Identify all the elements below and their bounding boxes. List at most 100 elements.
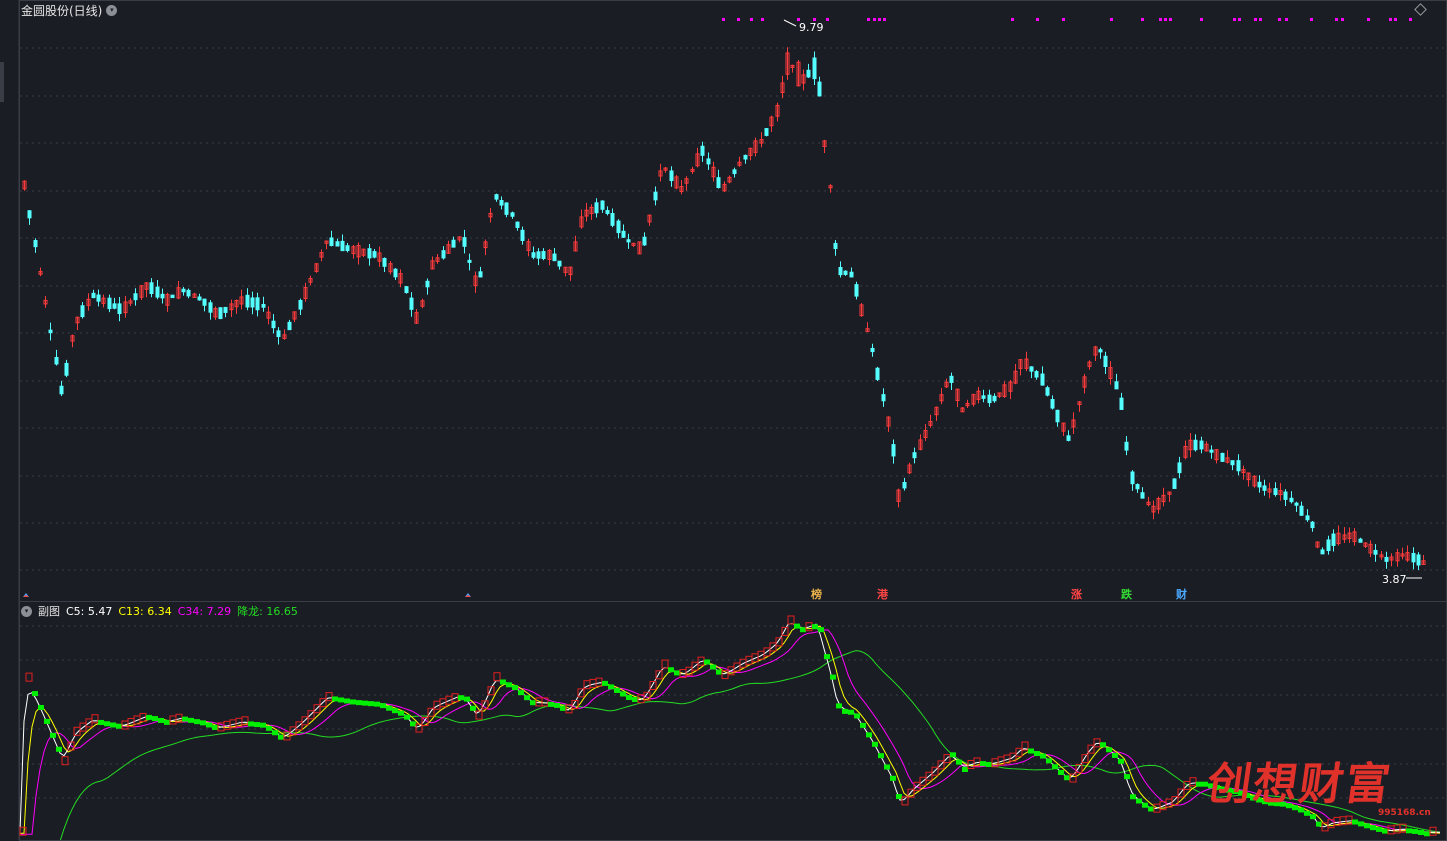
candle[interactable] xyxy=(59,385,64,395)
candle[interactable] xyxy=(27,210,32,219)
candle[interactable] xyxy=(117,303,122,315)
candle[interactable] xyxy=(382,257,387,267)
title-dropdown-icon[interactable]: ▾ xyxy=(106,5,118,16)
candle[interactable] xyxy=(133,293,138,301)
candle[interactable] xyxy=(902,482,907,489)
candle[interactable] xyxy=(409,297,414,310)
candle[interactable] xyxy=(112,303,117,309)
candle[interactable] xyxy=(1103,355,1108,367)
candle[interactable] xyxy=(833,242,838,250)
candle[interactable] xyxy=(1384,556,1389,562)
candle[interactable] xyxy=(515,221,520,228)
candle[interactable] xyxy=(345,245,350,252)
candle[interactable] xyxy=(160,293,165,299)
candle[interactable] xyxy=(605,210,610,214)
candle[interactable] xyxy=(1220,452,1225,462)
candle[interactable] xyxy=(987,394,992,404)
candle[interactable] xyxy=(441,250,446,259)
candle[interactable] xyxy=(54,357,59,365)
candle[interactable] xyxy=(340,240,345,252)
candle[interactable] xyxy=(1416,554,1421,566)
candle[interactable] xyxy=(372,251,377,258)
candle[interactable] xyxy=(1177,462,1182,474)
candle[interactable] xyxy=(223,306,228,313)
candle[interactable] xyxy=(1040,373,1045,386)
candle[interactable] xyxy=(451,239,456,248)
candle[interactable] xyxy=(870,347,875,353)
candle[interactable] xyxy=(552,253,557,262)
event-tag-cai[interactable]: 财 xyxy=(1176,586,1187,602)
candle[interactable] xyxy=(287,321,292,331)
candle[interactable] xyxy=(536,251,541,259)
candle[interactable] xyxy=(462,237,467,247)
candle[interactable] xyxy=(107,297,112,310)
candle[interactable] xyxy=(700,145,705,156)
candle[interactable] xyxy=(1119,397,1124,410)
candle[interactable] xyxy=(806,69,811,78)
candle[interactable] xyxy=(329,237,334,247)
candle[interactable] xyxy=(1199,440,1204,450)
candle[interactable] xyxy=(149,282,154,295)
candle[interactable] xyxy=(981,395,986,399)
candle[interactable] xyxy=(261,303,266,308)
candle[interactable] xyxy=(1098,349,1103,353)
candle[interactable] xyxy=(1320,549,1325,555)
candle[interactable] xyxy=(1055,409,1060,423)
candle[interactable] xyxy=(91,292,96,299)
candle[interactable] xyxy=(557,260,562,267)
candle[interactable] xyxy=(743,154,748,160)
candle[interactable] xyxy=(478,271,483,278)
candle[interactable] xyxy=(1299,505,1304,516)
indicator-name[interactable]: 副图 xyxy=(38,603,60,619)
candle[interactable] xyxy=(1283,491,1288,500)
event-tag-bang[interactable]: 榜 xyxy=(811,586,822,602)
candle[interactable] xyxy=(1050,399,1055,409)
candle[interactable] xyxy=(949,375,954,383)
candle[interactable] xyxy=(1034,371,1039,378)
candle[interactable] xyxy=(202,298,207,306)
candle[interactable] xyxy=(881,394,886,402)
candle[interactable] xyxy=(504,202,509,215)
candle[interactable] xyxy=(1305,515,1310,521)
indicator-dropdown-icon[interactable]: ▾ xyxy=(21,605,32,617)
candle[interactable] xyxy=(1045,387,1050,396)
candle[interactable] xyxy=(891,444,896,457)
candle[interactable] xyxy=(393,268,398,278)
candle[interactable] xyxy=(1331,533,1336,546)
candle[interactable] xyxy=(1114,381,1119,390)
candle[interactable] xyxy=(404,286,409,294)
candle[interactable] xyxy=(1294,502,1299,506)
candle[interactable] xyxy=(849,271,854,278)
candle[interactable] xyxy=(1066,435,1071,441)
event-tag-die[interactable]: 跌 xyxy=(1121,586,1132,602)
candle[interactable] xyxy=(80,305,85,318)
candle[interactable] xyxy=(1310,521,1315,529)
candle[interactable] xyxy=(510,212,515,217)
candle[interactable] xyxy=(1209,449,1214,453)
candle[interactable] xyxy=(33,240,38,248)
candle[interactable] xyxy=(218,307,223,320)
candle[interactable] xyxy=(812,57,817,80)
candle[interactable] xyxy=(1135,484,1140,490)
candle[interactable] xyxy=(1289,497,1294,503)
candle[interactable] xyxy=(600,200,605,210)
chart-canvas[interactable]: 9.79 3.87 xyxy=(0,0,1447,840)
candle[interactable] xyxy=(610,213,615,226)
candle[interactable] xyxy=(255,297,260,311)
candle[interactable] xyxy=(155,286,160,298)
candle[interactable] xyxy=(1411,552,1416,563)
candle[interactable] xyxy=(250,297,255,308)
candle[interactable] xyxy=(467,259,472,263)
candle[interactable] xyxy=(992,395,997,402)
candle[interactable] xyxy=(1373,549,1378,555)
candle[interactable] xyxy=(1262,485,1267,491)
candle[interactable] xyxy=(48,329,53,334)
candle[interactable] xyxy=(642,236,647,246)
candle[interactable] xyxy=(367,248,372,259)
candle[interactable] xyxy=(276,330,281,338)
candle[interactable] xyxy=(1326,539,1331,552)
candle[interactable] xyxy=(96,294,101,302)
candle[interactable] xyxy=(817,81,822,97)
candle[interactable] xyxy=(716,177,721,189)
candle[interactable] xyxy=(494,194,499,200)
